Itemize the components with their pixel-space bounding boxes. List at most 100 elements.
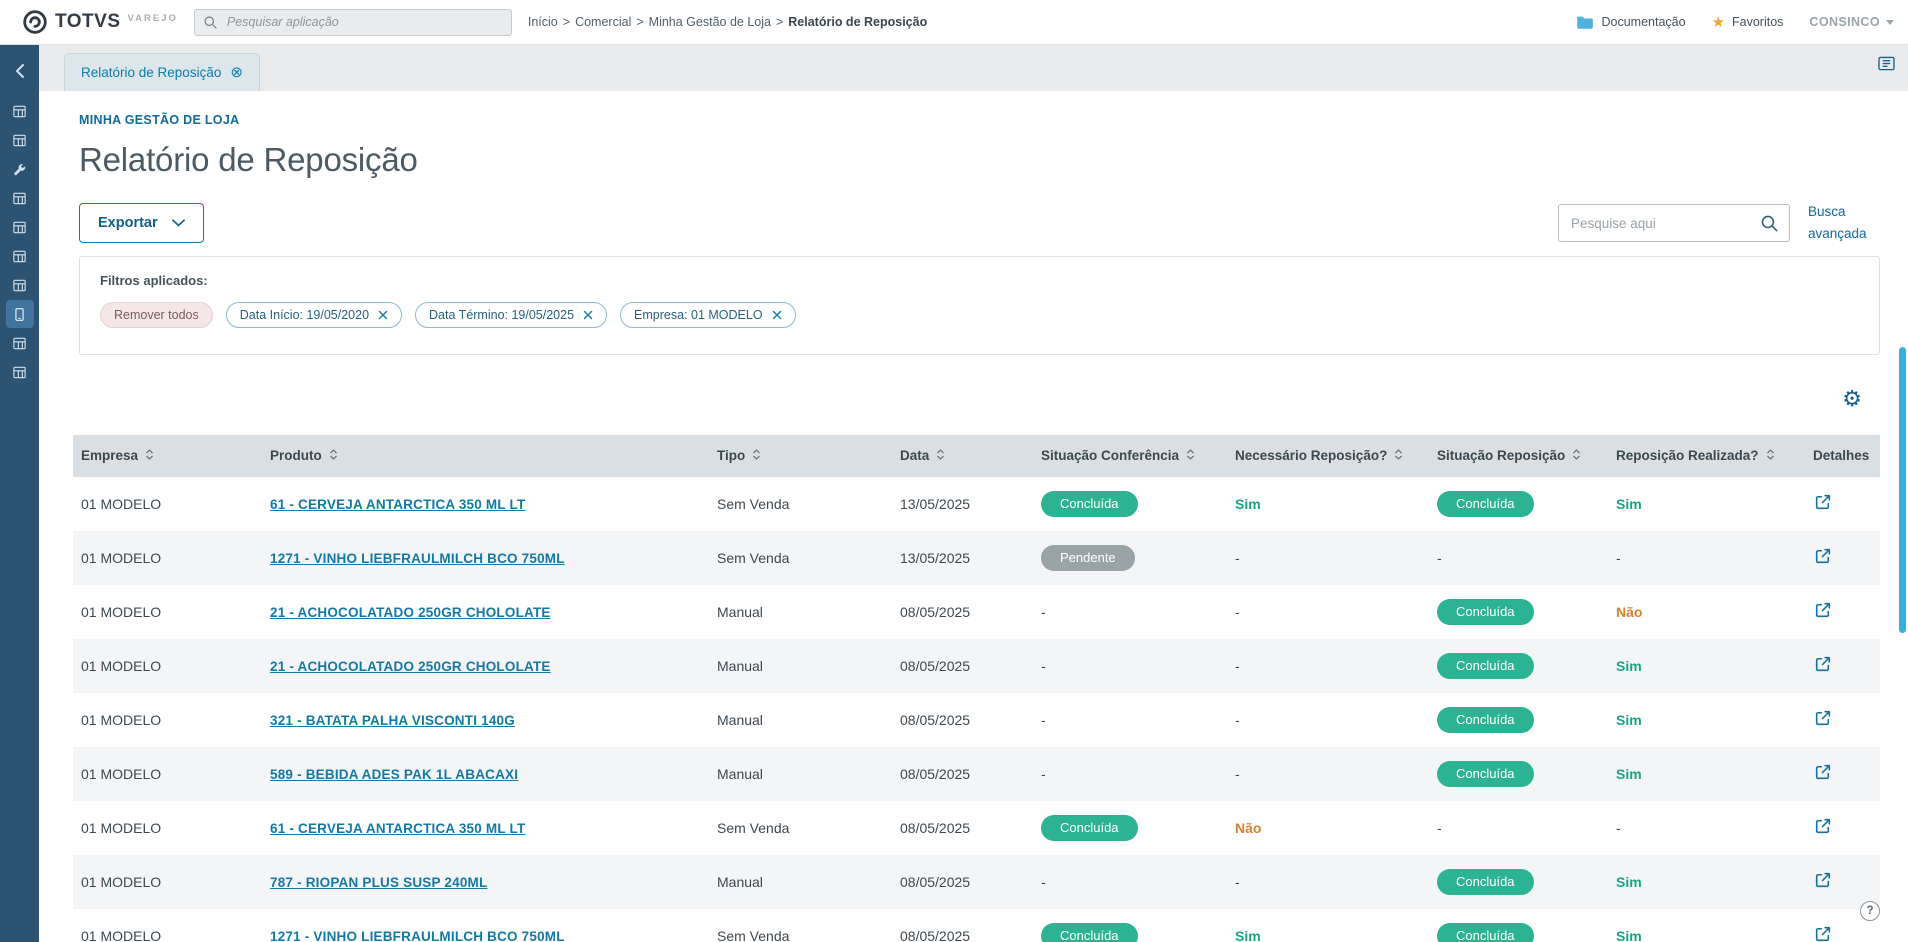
- column-header[interactable]: Tipo: [709, 434, 892, 477]
- tab-list-icon[interactable]: [1878, 56, 1895, 76]
- advanced-search-link[interactable]: Busca avançada: [1808, 201, 1880, 246]
- sort-icon[interactable]: [752, 447, 761, 465]
- cell-data: 08/05/2025: [900, 603, 971, 620]
- product-link[interactable]: 1271 - VINHO LIEBFRAULMILCH BCO 750ML: [270, 929, 565, 942]
- sort-icon[interactable]: [329, 447, 338, 465]
- product-link[interactable]: 321 - BATATA PALHA VISCONTI 140G: [270, 713, 515, 728]
- product-link[interactable]: 589 - BEBIDA ADES PAK 1L ABACAXI: [270, 767, 518, 782]
- breadcrumb-item: Relatório de Reposição: [788, 15, 928, 29]
- product-link[interactable]: 1271 - VINHO LIEBFRAULMILCH BCO 750ML: [270, 551, 565, 566]
- breadcrumb-item[interactable]: Comercial: [575, 15, 631, 29]
- open-details-icon[interactable]: [1813, 546, 1833, 566]
- column-header[interactable]: Empresa: [73, 434, 262, 477]
- column-header[interactable]: Data: [892, 434, 1033, 477]
- filter-chip: Empresa: 01 MODELO: [620, 301, 796, 328]
- toolbar: Exportar Busca avançada: [73, 201, 1880, 246]
- help-icon[interactable]: ?: [1860, 901, 1880, 921]
- page-search[interactable]: [1558, 204, 1790, 243]
- chip-close-icon[interactable]: [378, 310, 388, 320]
- totvs-logo[interactable]: TOTVS VAREJO: [22, 9, 178, 35]
- empty-value: -: [1437, 819, 1442, 836]
- product-link[interactable]: 61 - CERVEJA ANTARCTICA 350 ML LT: [270, 821, 525, 836]
- app-search-input[interactable]: [224, 14, 503, 30]
- cell-data: 13/05/2025: [900, 495, 971, 512]
- cell-data: 08/05/2025: [900, 819, 971, 836]
- sidebar-item-7[interactable]: [6, 271, 34, 299]
- table-row: 01 MODELO 61 - CERVEJA ANTARCTICA 350 ML …: [73, 477, 1880, 531]
- cell-tipo: Manual: [717, 603, 763, 620]
- sort-icon[interactable]: [1766, 447, 1775, 465]
- sidebar-item-5[interactable]: [6, 213, 34, 241]
- product-link[interactable]: 21 - ACHOCOLATADO 250GR CHOLOLATE: [270, 659, 551, 674]
- product-link[interactable]: 61 - CERVEJA ANTARCTICA 350 ML LT: [270, 497, 525, 512]
- app-search[interactable]: [193, 8, 512, 36]
- cell-empresa: 01 MODELO: [81, 927, 162, 942]
- module-grid-icon-6: [12, 278, 27, 293]
- cell-data: 08/05/2025: [900, 765, 971, 782]
- sidebar-item-2[interactable]: [6, 126, 34, 154]
- brand-subtitle: VAREJO: [127, 12, 178, 24]
- product-link[interactable]: 21 - ACHOCOLATADO 250GR CHOLOLATE: [270, 605, 551, 620]
- sidebar-item-8[interactable]: [5, 300, 34, 328]
- search-icon[interactable]: [1760, 214, 1779, 233]
- chip-close-icon[interactable]: [583, 310, 593, 320]
- column-header[interactable]: Reposição Realizada?: [1608, 434, 1805, 477]
- sort-icon[interactable]: [1186, 447, 1195, 465]
- section-label[interactable]: MINHA GESTÃO DE LOJA: [79, 113, 1880, 127]
- topbar-right: Documentação ★ Favoritos CONSINCO: [1576, 15, 1894, 30]
- sidebar-collapse-button[interactable]: [15, 63, 25, 79]
- breadcrumb-separator: >: [636, 15, 644, 29]
- search-icon: [203, 15, 218, 30]
- documentation-link[interactable]: Documentação: [1576, 15, 1686, 30]
- caret-down-icon: [1886, 19, 1894, 25]
- remove-all-filters-button[interactable]: Remover todos: [100, 301, 213, 328]
- column-header[interactable]: Situação Conferência: [1033, 434, 1227, 477]
- favorites-link[interactable]: ★ Favoritos: [1712, 15, 1784, 30]
- export-button[interactable]: Exportar: [79, 203, 204, 244]
- open-details-icon[interactable]: [1813, 924, 1833, 942]
- filter-chip-label: Data Término: 19/05/2025: [429, 307, 575, 322]
- sidebar-item-3[interactable]: [6, 155, 34, 183]
- store-management-icon: [12, 307, 27, 322]
- column-header[interactable]: Produto: [262, 434, 709, 477]
- sort-icon[interactable]: [1572, 447, 1581, 465]
- open-details-icon[interactable]: [1813, 492, 1833, 512]
- column-header: Detalhes: [1805, 434, 1880, 477]
- cell-data: 13/05/2025: [900, 549, 971, 566]
- cell-empresa: 01 MODELO: [81, 873, 162, 890]
- chevron-left-icon: [15, 63, 25, 79]
- open-details-icon[interactable]: [1813, 762, 1833, 782]
- chip-close-icon[interactable]: [772, 310, 782, 320]
- sort-icon[interactable]: [145, 447, 154, 465]
- breadcrumb-item[interactable]: Minha Gestão de Loja: [649, 15, 771, 29]
- column-header[interactable]: Situação Reposição: [1429, 434, 1608, 477]
- user-menu[interactable]: CONSINCO: [1809, 15, 1894, 29]
- open-details-icon[interactable]: [1813, 708, 1833, 728]
- sidebar-item-6[interactable]: [6, 242, 34, 270]
- filter-chip: Data Início: 19/05/2020: [225, 301, 403, 328]
- tab-close-icon[interactable]: ⊗: [230, 65, 243, 80]
- page-search-input[interactable]: [1569, 214, 1752, 232]
- module-grid-icon-5: [12, 249, 27, 264]
- status-badge: Concluída: [1041, 922, 1138, 942]
- module-grid-icon-8: [12, 365, 27, 380]
- sidebar-item-10[interactable]: [6, 358, 34, 386]
- sidebar-item-1[interactable]: [6, 97, 34, 125]
- product-link[interactable]: 787 - RIOPAN PLUS SUSP 240ML: [270, 875, 487, 890]
- cell-tipo: Manual: [717, 765, 763, 782]
- table-settings-gear-icon[interactable]: ⚙: [1842, 386, 1862, 411]
- sidebar-item-4[interactable]: [6, 184, 34, 212]
- open-details-icon[interactable]: [1813, 654, 1833, 674]
- sort-icon[interactable]: [936, 447, 945, 465]
- tab-relatorio-de-reposicao[interactable]: Relatório de Reposição ⊗: [64, 53, 260, 91]
- open-details-icon[interactable]: [1813, 600, 1833, 620]
- sort-icon[interactable]: [1394, 447, 1403, 465]
- vertical-scrollbar[interactable]: [1899, 347, 1906, 633]
- open-details-icon[interactable]: [1813, 816, 1833, 836]
- breadcrumb-separator: >: [775, 15, 784, 29]
- sidebar-item-9[interactable]: [6, 329, 34, 357]
- open-details-icon[interactable]: [1813, 870, 1833, 890]
- breadcrumb-item[interactable]: Início: [528, 15, 558, 29]
- column-header[interactable]: Necessário Reposição?: [1227, 434, 1429, 477]
- cell-empresa: 01 MODELO: [81, 603, 162, 620]
